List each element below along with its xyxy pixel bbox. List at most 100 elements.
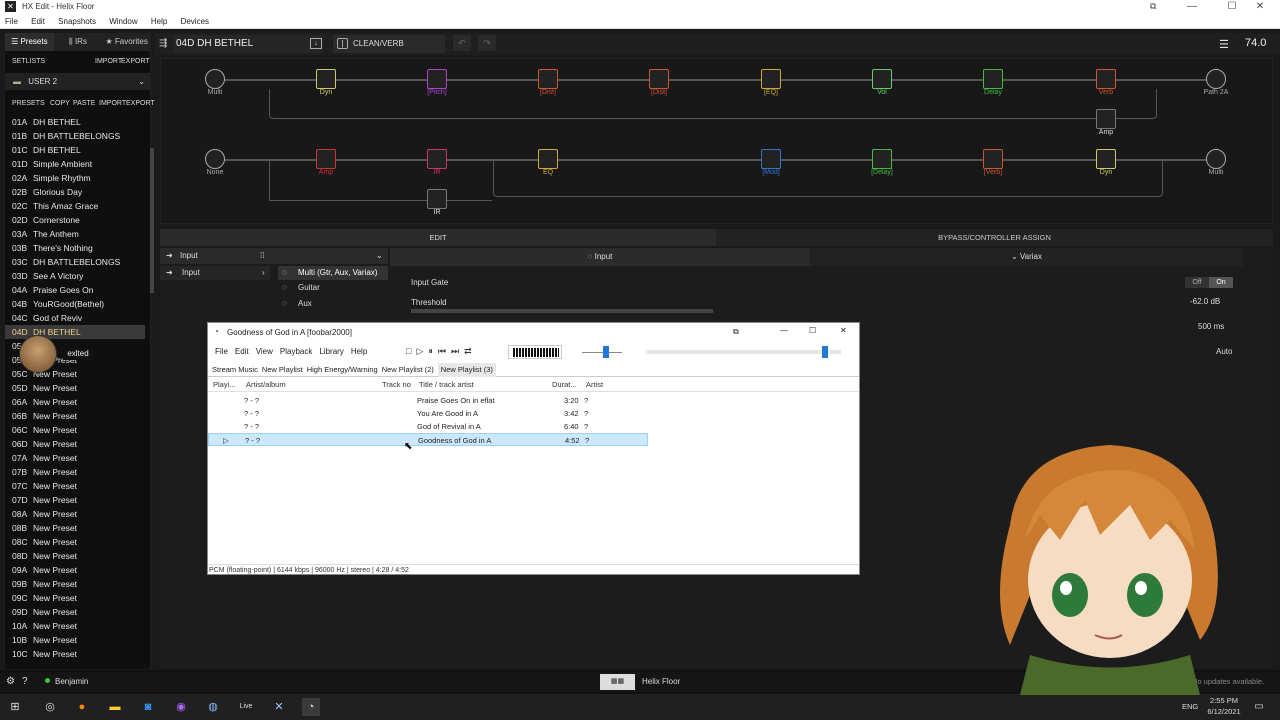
- menu-devices[interactable]: Devices: [181, 14, 209, 29]
- preset-item[interactable]: 02C This Amaz Grace: [5, 199, 145, 213]
- preset-item[interactable]: 03D See A Victory: [5, 269, 145, 283]
- preset-item[interactable]: 10C New Preset: [5, 647, 145, 661]
- signal-block[interactable]: [1096, 69, 1116, 89]
- help-icon[interactable]: ?: [22, 676, 28, 687]
- language-indicator[interactable]: ENG: [1182, 702, 1198, 711]
- col-duration[interactable]: Durat...: [552, 377, 577, 392]
- signal-block[interactable]: [427, 149, 447, 169]
- grid-icon[interactable]: ⁞⁞: [260, 248, 264, 264]
- tempo-value[interactable]: 74.0: [1245, 37, 1266, 49]
- gear-icon[interactable]: ⚙: [6, 676, 15, 687]
- app-icon[interactable]: ◙: [139, 698, 157, 716]
- tab-irs[interactable]: ⫼ IRs: [54, 33, 103, 51]
- gate-off[interactable]: Off: [1185, 277, 1209, 288]
- setlist-select[interactable]: ▬ USER 2 ⌄: [5, 73, 151, 90]
- menu-window[interactable]: Window: [109, 14, 137, 29]
- preset-item[interactable]: 03A The Anthem: [5, 227, 145, 241]
- close-button[interactable]: ✕: [1240, 0, 1280, 14]
- signal-block[interactable]: [872, 69, 892, 89]
- preset-item[interactable]: 04B YouRGood(Bethel): [5, 297, 145, 311]
- preset-item[interactable]: 02D Cornerstone: [5, 213, 145, 227]
- preset-item[interactable]: 09D New Preset: [5, 605, 145, 619]
- signal-block[interactable]: [983, 149, 1003, 169]
- source-guitar[interactable]: ◌ Guitar: [278, 283, 320, 292]
- tab-new-playlist-2[interactable]: New Playlist (2): [382, 363, 434, 377]
- signal-block[interactable]: [538, 69, 558, 89]
- signal-block[interactable]: [1206, 69, 1226, 89]
- auto-value[interactable]: Auto: [1216, 347, 1232, 356]
- clock-date[interactable]: 6/12/2021: [1203, 707, 1245, 716]
- preset-item[interactable]: 03B There's Nothing: [5, 241, 145, 255]
- live-icon[interactable]: Live: [237, 698, 255, 716]
- volume-slider[interactable]: [582, 352, 622, 353]
- tab-new-playlist-3[interactable]: New Playlist (3): [437, 363, 496, 377]
- col-artist[interactable]: Artist: [586, 377, 603, 392]
- decay-value[interactable]: 500 ms: [1198, 322, 1224, 331]
- foobar-close[interactable]: ✕: [840, 326, 847, 335]
- paste-button[interactable]: PASTE: [73, 97, 95, 111]
- preset-item[interactable]: 03C DH BATTLEBELONGS: [5, 255, 145, 269]
- file-explorer-icon[interactable]: ▬: [106, 698, 124, 716]
- task-view-icon[interactable]: ◎: [41, 698, 59, 716]
- preset-item[interactable]: 04C God of Reviv: [5, 311, 145, 325]
- playlist-row[interactable]: ? - ? Praise Goes On in eflat 3:20?: [208, 394, 648, 407]
- preset-export-button[interactable]: EXPORT: [126, 97, 155, 111]
- gate-toggle[interactable]: Off On: [1185, 277, 1233, 288]
- save-icon[interactable]: ↓: [310, 38, 322, 49]
- tempo-icon[interactable]: ☰: [1219, 38, 1229, 51]
- preset-item[interactable]: 06C New Preset: [5, 423, 145, 437]
- snapshot-select[interactable]: | CLEAN/VERB: [333, 35, 445, 53]
- play-icon[interactable]: ▷: [416, 346, 428, 356]
- redo-icon[interactable]: ↷: [478, 35, 496, 51]
- gate-on[interactable]: On: [1209, 277, 1233, 288]
- preset-item[interactable]: 09B New Preset: [5, 577, 145, 591]
- preset-item[interactable]: 01B DH BATTLEBELONGS: [5, 129, 145, 143]
- next-icon[interactable]: ⏭: [451, 346, 464, 356]
- preset-item[interactable]: 02A Simple Rhythm: [5, 171, 145, 185]
- preset-item[interactable]: 01C DH BETHEL: [5, 143, 145, 157]
- preset-name-field[interactable]: 04D DH BETHEL: [173, 35, 323, 53]
- tab-bypass-controller[interactable]: BYPASS/CONTROLLER ASSIGN: [716, 229, 1273, 246]
- menu-file[interactable]: File: [5, 14, 18, 29]
- signal-block[interactable]: [538, 149, 558, 169]
- tab-favorites[interactable]: ★ Favorites: [102, 33, 151, 51]
- menu-help[interactable]: Help: [151, 14, 167, 29]
- foobar-maximize[interactable]: ☐: [809, 326, 816, 335]
- stop-icon[interactable]: □: [406, 346, 416, 356]
- preset-item[interactable]: 05D New Preset: [5, 381, 145, 395]
- signal-block[interactable]: [649, 69, 669, 89]
- seek-thumb[interactable]: [822, 346, 829, 358]
- signal-block[interactable]: [316, 149, 336, 169]
- preset-import-button[interactable]: IMPORT: [99, 97, 126, 111]
- preset-item[interactable]: 07B New Preset: [5, 465, 145, 479]
- source-aux[interactable]: ◌ Aux: [278, 299, 312, 308]
- preset-item[interactable]: 06A New Preset: [5, 395, 145, 409]
- signal-block[interactable]: [1096, 149, 1116, 169]
- fb-menu-view[interactable]: View: [256, 343, 273, 361]
- signal-block[interactable]: [1206, 149, 1226, 169]
- tab-presets[interactable]: ☰ Presets: [5, 33, 54, 51]
- firefox-icon[interactable]: ●: [73, 698, 91, 716]
- playlist-row[interactable]: ▷ ? - ? Goodness of God in A 4:52?: [208, 433, 648, 446]
- preset-list-toggle-icon[interactable]: ⇶: [159, 38, 167, 49]
- preset-item[interactable]: 06B New Preset: [5, 409, 145, 423]
- fb-menu-edit[interactable]: Edit: [235, 343, 249, 361]
- preset-scrollbar[interactable]: [150, 148, 154, 293]
- preset-item[interactable]: 07C New Preset: [5, 479, 145, 493]
- playlist-row[interactable]: ? - ? You Are Good in A 3:42?: [208, 407, 648, 420]
- signal-block[interactable]: [983, 69, 1003, 89]
- signal-block[interactable]: [427, 69, 447, 89]
- playlist-row[interactable]: ? - ? God of Revival in A 6:40?: [208, 420, 648, 433]
- pause-icon[interactable]: ⏸: [428, 346, 438, 356]
- volume-thumb[interactable]: [603, 346, 609, 358]
- amp-branch-block[interactable]: [1096, 109, 1116, 129]
- tab-high-energy[interactable]: High Energy/Warning: [307, 363, 378, 377]
- preset-item[interactable]: 01A DH BETHEL: [5, 115, 145, 129]
- clock-time[interactable]: 2:55 PM: [1207, 696, 1241, 705]
- signal-block[interactable]: [761, 69, 781, 89]
- threshold-value[interactable]: -62.0 dB: [1190, 297, 1220, 306]
- variax-tab[interactable]: ⌄ Variax: [810, 248, 1243, 266]
- col-track-no[interactable]: Track no: [382, 377, 411, 392]
- preset-item[interactable]: 09C New Preset: [5, 591, 145, 605]
- tab-stream-music[interactable]: Stream Music: [212, 363, 258, 377]
